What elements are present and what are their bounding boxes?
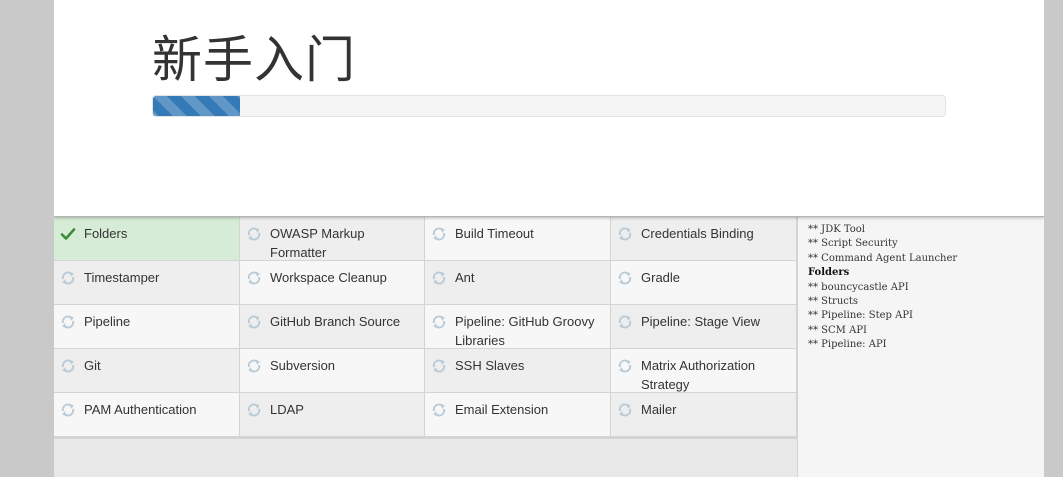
plugin-item: Pipeline: Stage View (611, 305, 797, 349)
install-log: ** JDK Tool ** Script Security ** Command … (797, 217, 1044, 477)
plugin-item: LDAP (240, 393, 425, 437)
install-progress-bar (152, 95, 946, 117)
refresh-icon (61, 359, 75, 373)
log-line: Folders (808, 267, 850, 279)
refresh-icon (432, 315, 446, 329)
plugin-item: Ant (425, 261, 611, 305)
setup-wizard-panel: 新手入门 Folders OWASP Markup Formatter Build … (54, 0, 1044, 477)
plugin-install-grid: Folders OWASP Markup Formatter Build Timeo… (54, 217, 797, 439)
plugin-item: Mailer (611, 393, 797, 437)
plugin-item: Build Timeout (425, 217, 611, 261)
refresh-icon (247, 403, 261, 417)
refresh-icon (247, 315, 261, 329)
refresh-icon (618, 359, 632, 373)
plugin-item: GitHub Branch Source (240, 305, 425, 349)
plugin-name: LDAP (270, 402, 304, 417)
checkmark-icon (60, 228, 76, 240)
plugin-item: Gradle (611, 261, 797, 305)
plugin-name: Mailer (641, 402, 677, 417)
plugin-name: Credentials Binding (641, 226, 754, 241)
refresh-icon (247, 359, 261, 373)
plugin-name: PAM Authentication (84, 402, 197, 417)
plugin-item: Timestamper (54, 261, 240, 305)
plugin-item: Pipeline: GitHub Groovy Libraries (425, 305, 611, 349)
plugin-name: SSH Slaves (455, 358, 525, 373)
plugin-item: Matrix Authorization Strategy (611, 349, 797, 393)
plugin-item: Git (54, 349, 240, 393)
plugin-name: Pipeline (84, 314, 131, 329)
plugin-name: Ant (455, 270, 475, 285)
plugin-name: OWASP Markup Formatter (270, 226, 365, 260)
refresh-icon (432, 359, 446, 373)
plugin-name: Build Timeout (455, 226, 534, 241)
refresh-icon (432, 227, 446, 241)
plugin-name: Gradle (641, 270, 681, 285)
refresh-icon (247, 227, 261, 241)
page-title: 新手入门 (152, 31, 356, 89)
refresh-icon (618, 227, 632, 241)
plugin-name: Git (84, 358, 101, 373)
log-line: ** Pipeline: API (808, 339, 887, 351)
plugin-item: Email Extension (425, 393, 611, 437)
plugin-name: Pipeline: GitHub Groovy Libraries (455, 314, 595, 348)
log-line: ** bouncycastle API (808, 281, 909, 293)
refresh-icon (432, 271, 446, 285)
refresh-icon (61, 271, 75, 285)
plugin-name: Workspace Cleanup (270, 270, 387, 285)
log-line: ** Pipeline: Step API (808, 310, 913, 322)
log-line: ** Command Agent Launcher (808, 252, 958, 264)
log-line: ** SCM API (808, 324, 867, 336)
plugin-item: Folders (54, 217, 240, 261)
plugin-item: Subversion (240, 349, 425, 393)
plugin-item: SSH Slaves (425, 349, 611, 393)
plugin-item: Pipeline (54, 305, 240, 349)
refresh-icon (618, 403, 632, 417)
plugin-name: Folders (84, 226, 128, 241)
plugin-name: GitHub Branch Source (270, 314, 401, 329)
refresh-icon (247, 271, 261, 285)
log-line: ** Script Security (808, 238, 898, 250)
plugin-name: Subversion (270, 358, 336, 373)
plugin-name: Email Extension (455, 402, 549, 417)
plugin-item: Workspace Cleanup (240, 261, 425, 305)
refresh-icon (61, 315, 75, 329)
plugin-item: PAM Authentication (54, 393, 240, 437)
refresh-icon (618, 315, 632, 329)
plugin-name: Matrix Authorization Strategy (641, 358, 756, 392)
refresh-icon (432, 403, 446, 417)
plugin-name: Pipeline: Stage View (641, 314, 761, 329)
refresh-icon (618, 271, 632, 285)
plugin-name: Timestamper (84, 270, 160, 285)
log-line: ** JDK Tool (808, 224, 865, 235)
log-line: ** Structs (808, 296, 859, 308)
refresh-icon (61, 403, 75, 417)
wizard-header: 新手入门 (54, 0, 1044, 217)
plugin-item: OWASP Markup Formatter (240, 217, 425, 261)
plugin-item: Credentials Binding (611, 217, 797, 261)
install-progress-fill (153, 96, 241, 116)
